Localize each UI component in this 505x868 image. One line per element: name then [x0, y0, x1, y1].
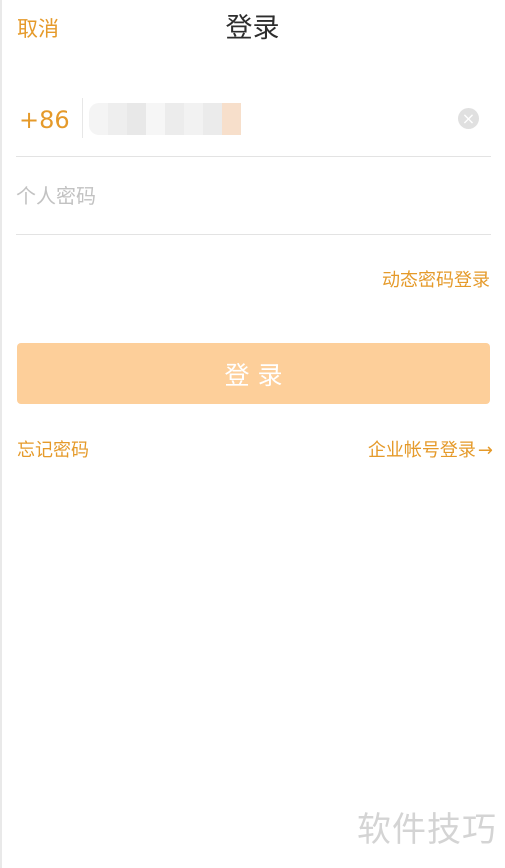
- phone-number-input[interactable]: [88, 103, 246, 135]
- country-code-selector[interactable]: +86: [19, 105, 70, 135]
- clear-input-icon[interactable]: ×: [458, 108, 479, 129]
- dynamic-password-login-link[interactable]: 动态密码登录: [382, 268, 490, 294]
- arrow-right-icon: →: [477, 440, 493, 461]
- enterprise-login-link[interactable]: 企业帐号登录 →: [368, 438, 493, 464]
- login-button[interactable]: 登录: [17, 343, 490, 404]
- password-input[interactable]: [16, 181, 466, 211]
- page-title: 登录: [225, 13, 280, 44]
- forgot-password-link[interactable]: 忘记密码: [17, 438, 89, 464]
- watermark: 软件技巧: [357, 810, 497, 850]
- left-edge-border: [0, 0, 2, 868]
- password-field-row: [16, 157, 491, 235]
- enterprise-login-label: 企业帐号登录: [367, 440, 476, 461]
- country-code-divider: [82, 98, 83, 138]
- phone-field-row: +86 ×: [16, 86, 491, 157]
